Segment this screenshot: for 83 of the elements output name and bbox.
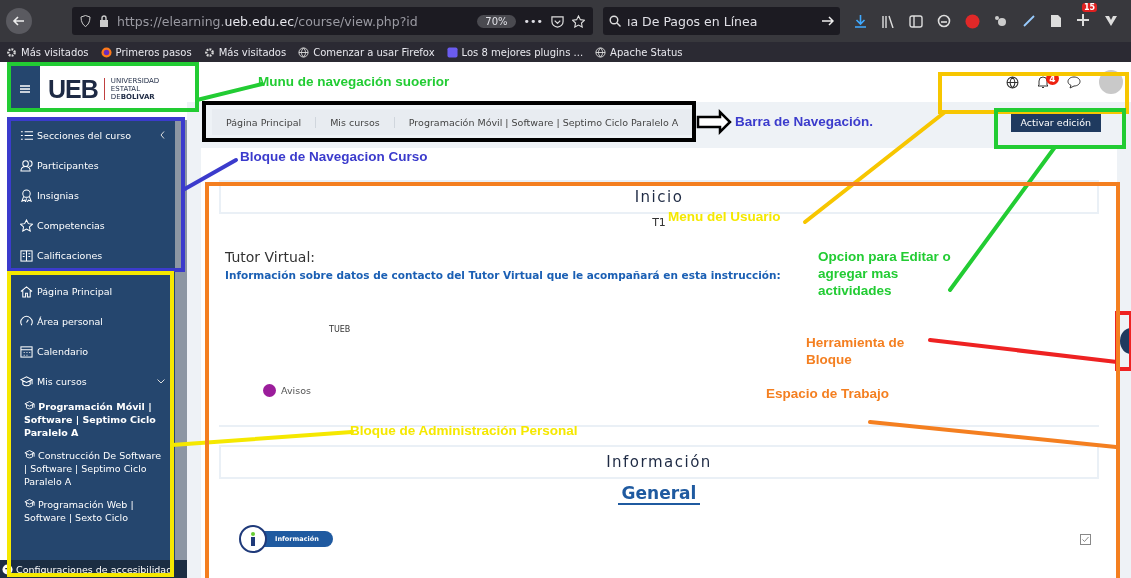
count-badge: 15: [1082, 2, 1098, 12]
download-icon[interactable]: [854, 14, 867, 28]
annotation-label: Bloque de Navegacion Curso: [240, 148, 429, 165]
annotation-label: Opcion para Editar o agregar mas actividades: [818, 248, 952, 299]
breadcrumb-link[interactable]: Programación Móvil | Software | Septimo Ciclo Paralelo A: [394, 116, 694, 128]
bell-icon[interactable]: [1037, 75, 1049, 89]
bookmark-item[interactable]: Más visitados: [6, 46, 89, 58]
zoom-level[interactable]: 70%: [477, 14, 516, 28]
tutor-description: Información sobre datos de contacto del Tutor Virtual que le acompañará en esta instrucción:: [225, 269, 781, 281]
calendar-icon: [20, 344, 33, 358]
chevron-down-icon[interactable]: [1104, 15, 1118, 27]
breadcrumb-link[interactable]: Página Principal: [212, 116, 317, 128]
course-link[interactable]: Programación Web | Software | Sexto Ciclo: [20, 494, 175, 530]
globe-icon: [595, 46, 607, 58]
graduation-cap-icon: [24, 498, 35, 508]
menu-icon: [20, 85, 30, 93]
chevron-left-icon[interactable]: [160, 131, 165, 139]
gauge-icon: [20, 314, 33, 328]
graduation-cap-icon: [24, 449, 35, 459]
annotation-label: Espacio de Trabajo: [766, 385, 891, 402]
sidebar-item[interactable]: Calificaciones: [20, 240, 175, 270]
sidebar-item[interactable]: Competencias: [20, 210, 175, 240]
star-icon[interactable]: [572, 14, 585, 28]
chat-bubble-icon[interactable]: [1067, 75, 1081, 89]
tutor-heading: Tutor Virtual:: [225, 249, 316, 265]
annotation-label: Bloque de Administración Personal: [350, 422, 579, 439]
course-link[interactable]: Construcción De Software | Software | Septimo Ciclo Paralelo A: [20, 445, 175, 494]
bookmark-item[interactable]: Los 8 mejores plugins ...: [446, 46, 584, 58]
arrow-left-icon: [12, 14, 26, 28]
globe-icon[interactable]: [1006, 75, 1019, 89]
sidebar-icon[interactable]: [909, 14, 923, 28]
search-icon: [609, 15, 621, 27]
document-icon[interactable]: [1050, 14, 1062, 28]
arrow-icon[interactable]: [821, 15, 834, 27]
lock-icon: [99, 15, 109, 27]
home-icon: [20, 284, 33, 298]
forum-icon: [263, 384, 276, 397]
bookmark-item[interactable]: Más visitados: [203, 46, 287, 58]
pencil-icon[interactable]: [1022, 14, 1036, 28]
section-subtitle: T1: [652, 216, 666, 229]
accessibility-icon: [2, 563, 13, 575]
fox-globe-icon: [100, 46, 112, 58]
pocket-icon[interactable]: [551, 14, 564, 28]
people-icon: [20, 158, 33, 172]
plus-extension-icon[interactable]: [1076, 12, 1090, 27]
course-link[interactable]: Programación Móvil | Software | Septimo Ciclo Paralelo A: [20, 396, 175, 445]
sidebar-item[interactable]: Mis cursos: [20, 366, 175, 396]
shield-icon: [80, 15, 91, 27]
ribbon-icon: [20, 188, 33, 202]
back-button[interactable]: [6, 8, 32, 34]
tutor-name: TUEB: [329, 325, 351, 334]
address-bar[interactable]: https://elearning.ueb.edu.ec/course/view.php?id 70% •••: [72, 7, 593, 35]
graduation-cap-icon: [24, 400, 35, 410]
sidebar-item[interactable]: Secciones del curso: [20, 120, 175, 150]
gear-icon: [6, 46, 17, 58]
info-icon: [239, 525, 267, 553]
annotation-label: Barra de Navegación.: [735, 113, 875, 130]
annotation-label: Herramienta de Bloque: [806, 334, 906, 368]
graduation-cap-icon: [20, 374, 33, 388]
sidebar-item[interactable]: Área personal: [20, 306, 175, 336]
page-actions-button[interactable]: •••: [523, 14, 543, 28]
star-icon: [20, 218, 33, 232]
gear-icon: [203, 46, 215, 58]
sidebar-item[interactable]: Calendario: [20, 336, 175, 366]
double-arrow-icon: [696, 109, 732, 135]
section-title: Información: [219, 445, 1099, 479]
sidebar-item[interactable]: Página Principal: [20, 276, 175, 306]
url-text: https://elearning.ueb.edu.ec/course/view.php?id: [117, 13, 418, 29]
activity-link[interactable]: Avisos: [281, 385, 311, 396]
library-icon[interactable]: [881, 14, 895, 28]
book-icon: [20, 248, 33, 262]
completion-checkbox[interactable]: [1080, 533, 1091, 545]
search-field[interactable]: ıa De Pagos en Línea: [603, 7, 840, 35]
bookmark-item[interactable]: Primeros pasos: [100, 46, 192, 58]
sidebar-item[interactable]: Insignias: [20, 180, 175, 210]
breadcrumb-link[interactable]: Mis cursos: [316, 116, 395, 128]
bookmark-item[interactable]: Apache Status: [595, 46, 683, 58]
sidebar-item[interactable]: Participantes: [20, 150, 175, 180]
list-icon: [20, 128, 33, 142]
globe-icon: [298, 46, 310, 58]
chevron-down-icon[interactable]: [157, 378, 165, 384]
bookmark-item[interactable]: Comenzar a usar Firefox: [298, 46, 435, 58]
section-subtitle: General: [617, 483, 701, 505]
